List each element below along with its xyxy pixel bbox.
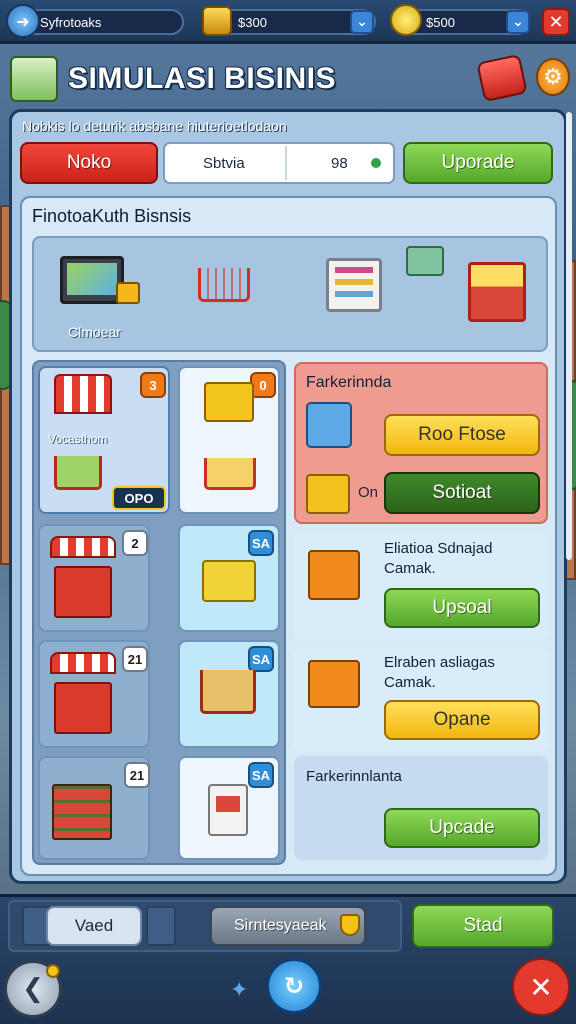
detail-title: Farkerinnda bbox=[306, 374, 392, 391]
scrollbar-thumb[interactable] bbox=[566, 112, 572, 560]
business-card-7[interactable]: 21 bbox=[38, 756, 150, 860]
fruit-stall-icon bbox=[54, 566, 112, 618]
card-1-price: OPO bbox=[112, 486, 166, 510]
stall-awning-icon bbox=[50, 652, 116, 674]
market-stall-icon bbox=[54, 374, 112, 414]
shop-logo-icon bbox=[10, 56, 58, 102]
detail-secondary-button[interactable]: Sotioat bbox=[384, 472, 540, 514]
star-icon: ✦ bbox=[230, 978, 249, 1003]
produce-crate-icon bbox=[306, 474, 350, 514]
fridge-icon bbox=[208, 784, 248, 836]
price-tag-icon bbox=[406, 246, 444, 276]
refresh-icon[interactable]: ↻ bbox=[266, 958, 322, 1014]
next-arrow-button[interactable] bbox=[146, 906, 176, 946]
section-title: FinotoaKuth Bisnsis bbox=[32, 206, 192, 226]
notification-dot-icon bbox=[46, 964, 60, 978]
value-field[interactable]: Sbtvia 98 bbox=[163, 142, 395, 184]
shop-shelf-icon bbox=[326, 258, 382, 312]
bottom-detail-title: Farkerinnlanta bbox=[306, 768, 402, 785]
produce-stall-icon bbox=[54, 682, 112, 734]
offer-1-title: Eliatioa Sdnajad bbox=[384, 540, 493, 557]
card-3-badge: 2 bbox=[122, 530, 148, 556]
value-field-label: Sbtvia bbox=[203, 155, 245, 172]
card-1-badge: 3 bbox=[140, 372, 166, 398]
grocery-basket-icon bbox=[204, 382, 254, 422]
page-title: SIMULASI BISINIS bbox=[68, 62, 337, 95]
coins-value: $300 bbox=[238, 15, 267, 30]
coins-dropdown-button[interactable]: ⌄ bbox=[350, 10, 374, 34]
business-card-3[interactable]: 2 bbox=[38, 524, 150, 632]
vaed-button[interactable]: Vaed bbox=[46, 906, 142, 946]
card-4-badge: SA bbox=[248, 530, 274, 556]
start-button[interactable]: Stad bbox=[412, 904, 554, 948]
offer-2-crate-icon bbox=[308, 660, 360, 708]
offer-1-button[interactable]: Upsoal bbox=[384, 588, 540, 628]
hero-label: Clmoear bbox=[68, 324, 121, 340]
offer-1-subtitle: Camak. bbox=[384, 560, 436, 577]
top-close-button[interactable]: ✕ bbox=[542, 8, 570, 36]
business-card-6[interactable]: SA bbox=[178, 640, 280, 748]
shopping-cart-icon bbox=[200, 670, 256, 714]
notice-text: Nobkis lo deturik absbane hiuterioetloda… bbox=[22, 118, 287, 134]
field-divider bbox=[285, 146, 287, 180]
offer-1-crate-icon bbox=[308, 550, 360, 600]
top-upgrade-button[interactable]: Uporade bbox=[403, 142, 553, 184]
coin-stack-icon bbox=[390, 4, 422, 36]
produce-cart-icon bbox=[54, 456, 102, 490]
settings-gear-icon[interactable]: ⚙ bbox=[536, 58, 570, 96]
noko-tab-button[interactable]: Noko bbox=[20, 142, 158, 184]
value-field-value: 98 bbox=[331, 155, 348, 172]
status-button-label: Sirntesyaeak bbox=[234, 917, 327, 934]
card-5-badge: 21 bbox=[122, 646, 148, 672]
bottom-close-button[interactable]: ✕ bbox=[512, 958, 570, 1016]
offer-2-title: Elraben asliagas bbox=[384, 654, 495, 671]
stall-awning-icon bbox=[50, 536, 116, 558]
full-cart-icon bbox=[468, 262, 526, 322]
card-7-badge: 21 bbox=[124, 762, 150, 788]
storage-box-icon bbox=[306, 402, 352, 448]
card-1-label: Vocasthom bbox=[48, 432, 108, 446]
cart-icon bbox=[204, 458, 256, 490]
gems-value: $500 bbox=[426, 15, 455, 30]
cash-register-icon bbox=[202, 560, 256, 602]
business-card-2[interactable]: 0 bbox=[178, 366, 280, 514]
card-6-badge: SA bbox=[248, 646, 274, 672]
detail-side-label: On bbox=[358, 484, 379, 501]
business-card-8[interactable]: SA bbox=[178, 756, 280, 860]
offer-2-button[interactable]: Opane bbox=[384, 700, 540, 740]
bottom-detail-button[interactable]: Upcade bbox=[384, 808, 540, 848]
business-card-5[interactable]: 21 bbox=[38, 640, 150, 748]
offer-2-subtitle: Camak. bbox=[384, 674, 436, 691]
shopping-cart-icon bbox=[198, 268, 250, 302]
status-dot-icon bbox=[371, 158, 381, 168]
player-name: Syfrotoaks bbox=[40, 15, 102, 30]
business-card-1[interactable]: 3 Vocasthom OPO bbox=[38, 366, 170, 514]
shield-icon bbox=[340, 914, 360, 936]
treasure-chest-icon bbox=[202, 6, 232, 36]
card-8-badge: SA bbox=[248, 762, 274, 788]
business-card-4[interactable]: SA bbox=[178, 524, 280, 632]
laptop-icon bbox=[60, 256, 124, 304]
vegetable-rack-icon bbox=[52, 784, 112, 840]
player-avatar-icon[interactable]: ➜ bbox=[6, 4, 40, 38]
cash-box-icon bbox=[116, 282, 140, 304]
gems-dropdown-button[interactable]: ⌄ bbox=[506, 10, 530, 34]
detail-primary-button[interactable]: Roo Ftose bbox=[384, 414, 540, 456]
